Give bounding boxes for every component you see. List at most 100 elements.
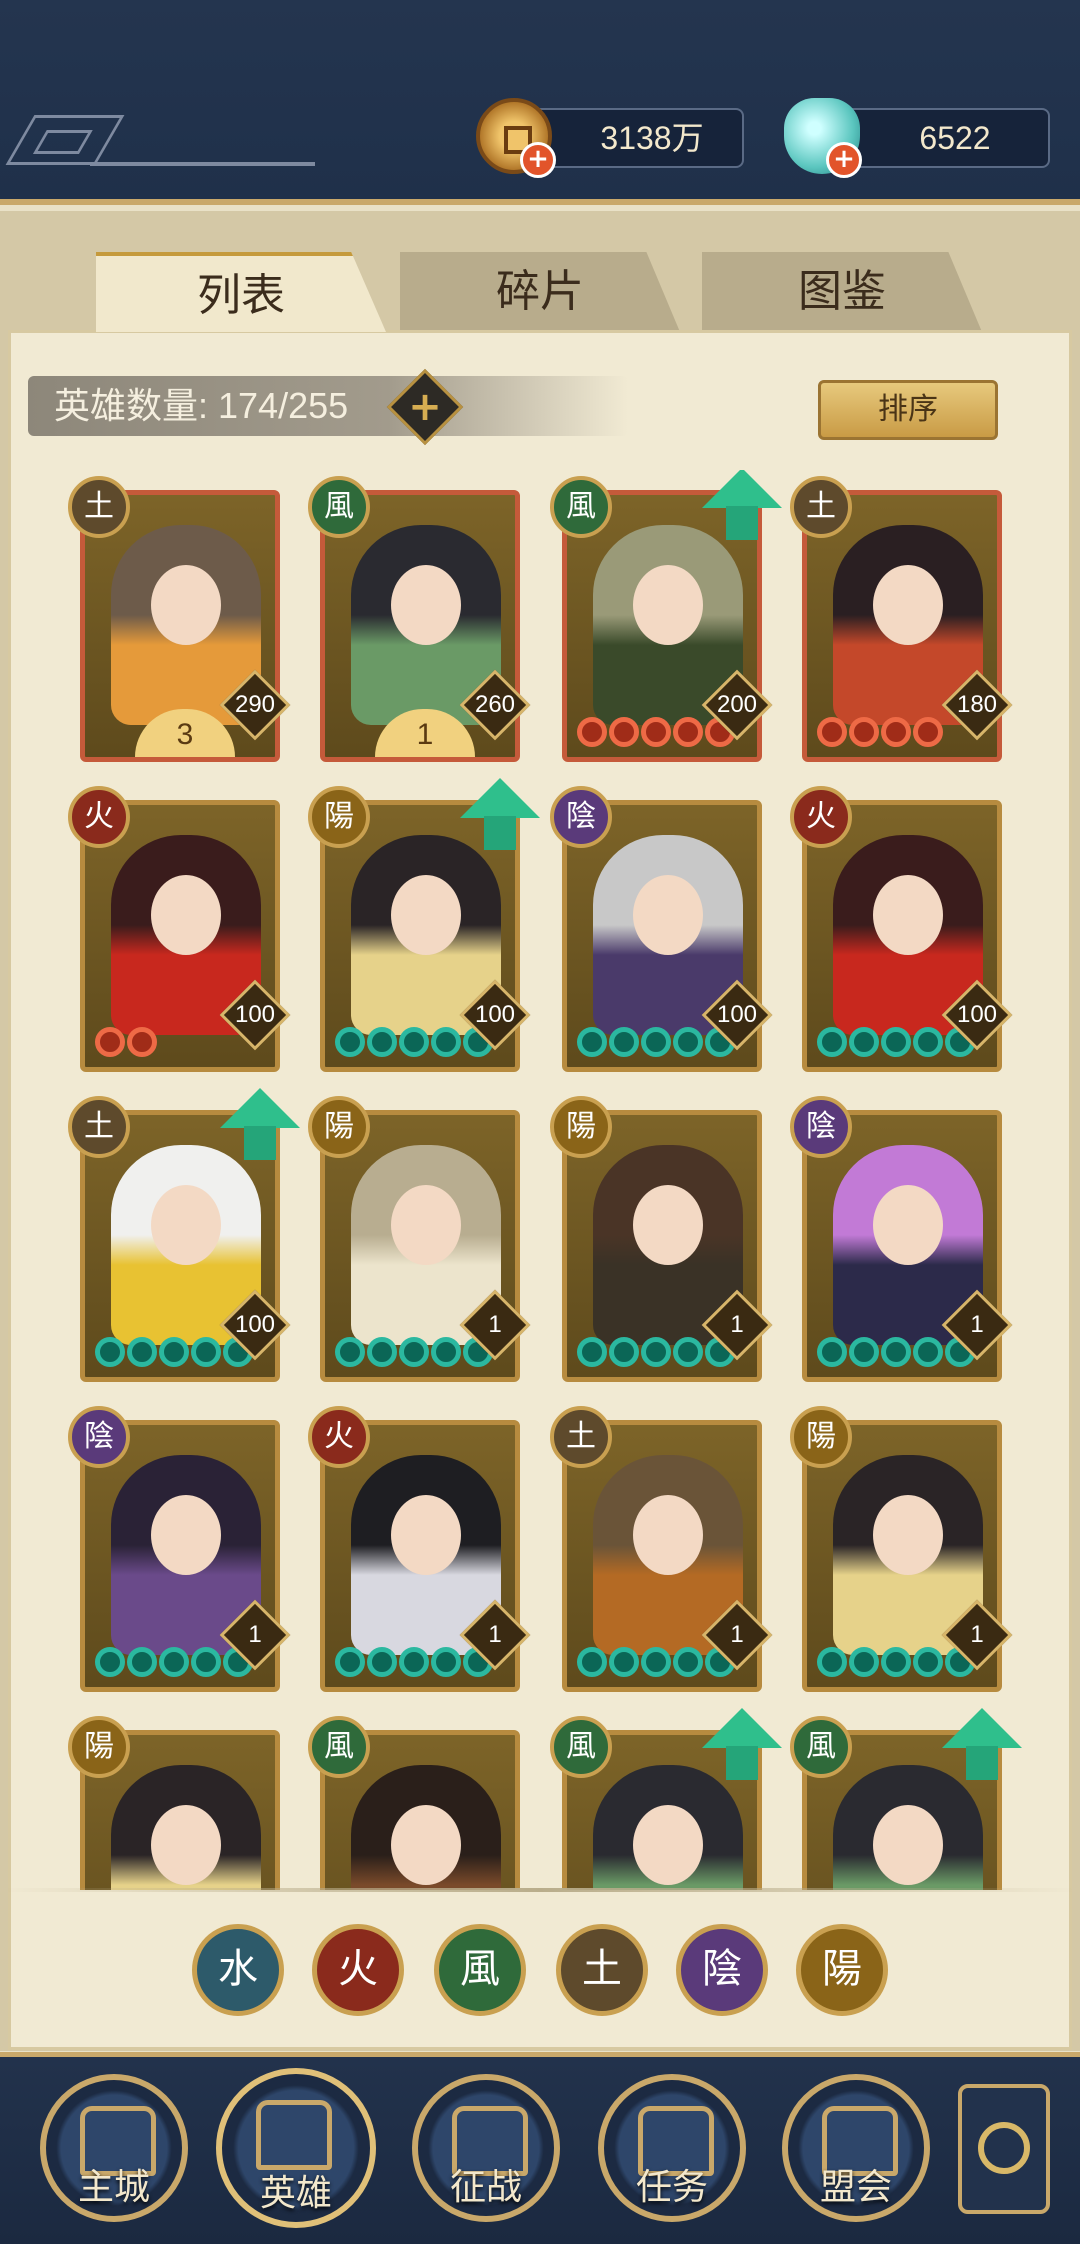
hero-level: 100 [234,1311,276,1338]
star-icon [431,1337,461,1367]
hero-face [391,1185,461,1265]
hero-level: 200 [716,691,758,718]
star-icon [913,1337,943,1367]
hero-face [873,1185,943,1265]
upgrade-arrow-icon [702,470,782,542]
star-icon [577,1647,607,1677]
star-icon [335,1337,365,1367]
element-badge-fire: 火 [308,1406,370,1468]
star-icon [609,717,639,747]
upgrade-arrow-icon [942,1708,1022,1782]
hero-face [151,1495,221,1575]
hero-face [633,1185,703,1265]
element-badge-yin: 陰 [550,786,612,848]
star-icon [399,1027,429,1057]
element-badge-wind: 風 [308,476,370,538]
hero-face [151,1805,221,1885]
filter-water-button[interactable]: 水 [192,1924,284,2016]
star-icon [335,1027,365,1057]
nav-battle-helmet-button[interactable]: 征战 [412,2074,560,2222]
star-icon [817,717,847,747]
hero-level: 290 [234,691,276,718]
star-icon [191,1337,221,1367]
hero-level: 100 [234,1001,276,1028]
upgrade-arrow-icon [702,1708,782,1782]
upgrade-arrow-icon [460,778,540,852]
hero-count: 英雄数量: 174/255 [54,385,349,426]
hero-face [633,1805,703,1885]
star-icon [849,1647,879,1677]
star-icon [577,1337,607,1367]
star-icon [577,1027,607,1057]
hero-face [873,1805,943,1885]
star-icon [609,1337,639,1367]
hero-face [391,875,461,955]
element-badge-yang: 陽 [790,1406,852,1468]
star-rating [95,1027,157,1061]
filter-yang-button[interactable]: 陽 [796,1924,888,2016]
star-icon [673,1647,703,1677]
star-icon [673,1337,703,1367]
hero-level: 260 [474,691,516,718]
hero-face [873,875,943,955]
star-icon [577,717,607,747]
tab-collection[interactable]: 图鉴 [702,252,982,332]
nav-alliance-hall-button[interactable]: 盟会 [782,2074,930,2222]
star-icon [849,1337,879,1367]
star-icon [127,1647,157,1677]
nav-label: 征战 [449,2167,522,2208]
element-badge-yang: 陽 [308,1096,370,1158]
star-icon [399,1647,429,1677]
star-icon [881,1337,911,1367]
hero-face [151,875,221,955]
filter-fire-button[interactable]: 火 [312,1924,404,2016]
element-badge-fire: 火 [68,786,130,848]
nav-quest-scroll-button[interactable]: 任务 [598,2074,746,2222]
tab-list[interactable]: 列表 [96,252,386,332]
star-icon [127,1027,157,1057]
hero-level: 100 [716,1001,758,1028]
hero-face [873,1495,943,1575]
star-icon [367,1647,397,1677]
add-gems-button[interactable]: + [826,142,862,178]
filter-wind-button[interactable]: 風 [434,1924,526,2016]
hero-level: 100 [956,1001,998,1028]
add-coins-button[interactable]: + [520,142,556,178]
menu-button[interactable] [958,2084,1050,2214]
hero-face [633,1495,703,1575]
hero-level: 1 [970,1621,984,1648]
star-rating [817,717,943,751]
hero-level: 1 [730,1311,744,1338]
filter-earth-button[interactable]: 土 [556,1924,648,2016]
hero-face [633,875,703,955]
filter-yin-button[interactable]: 陰 [676,1924,768,2016]
nav-hero-portrait-button[interactable]: 英雄 [216,2068,376,2228]
nav-label: 盟会 [819,2167,892,2208]
star-icon [913,1027,943,1057]
filter-divider [0,1888,1080,1892]
nav-label: 任务 [635,2167,708,2208]
star-icon [673,717,703,747]
sort-button[interactable]: 排序 [818,380,998,440]
star-icon [849,1027,879,1057]
star-icon [881,717,911,747]
star-icon [881,1647,911,1677]
star-icon [641,1337,671,1367]
star-icon [849,717,879,747]
element-badge-yin: 陰 [68,1406,130,1468]
star-icon [673,1027,703,1057]
nav-city-gate-button[interactable]: 主城 [40,2074,188,2222]
upgrade-arrow-icon [220,1088,300,1162]
star-icon [159,1647,189,1677]
star-icon [191,1647,221,1677]
element-badge-wind: 風 [308,1716,370,1778]
star-icon [641,1647,671,1677]
star-icon [399,1337,429,1367]
tab-fragments[interactable]: 碎片 [400,252,680,332]
star-icon [881,1027,911,1057]
element-badge-earth: 土 [790,476,852,538]
star-icon [817,1337,847,1367]
star-icon [431,1027,461,1057]
star-icon [159,1337,189,1367]
star-icon [913,1647,943,1677]
